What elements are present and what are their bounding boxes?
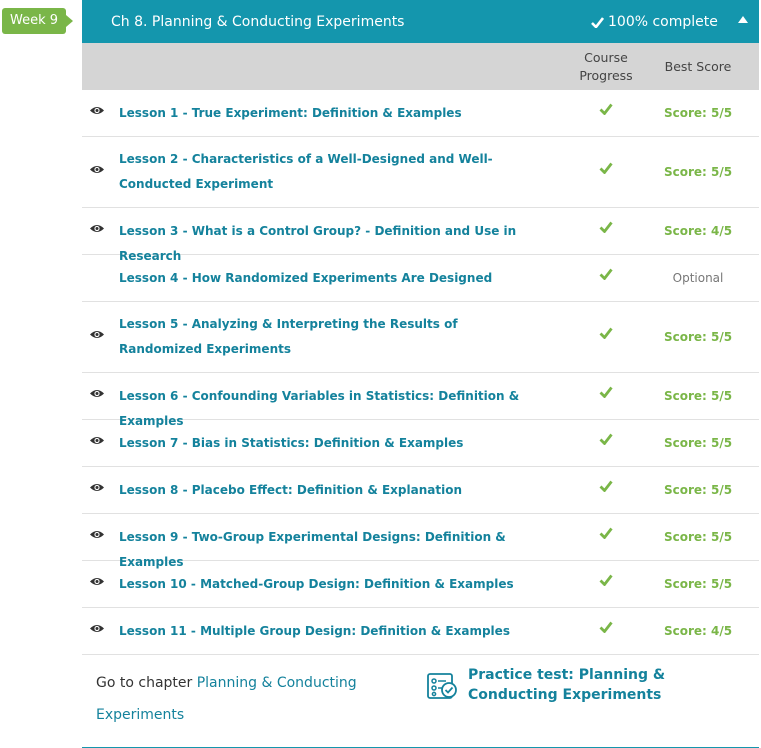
check-icon bbox=[599, 221, 613, 233]
eye-icon bbox=[90, 437, 104, 444]
check-icon bbox=[599, 527, 613, 539]
lesson-score: Score: 5/5 bbox=[663, 577, 733, 591]
check-icon bbox=[599, 327, 613, 339]
check-icon bbox=[599, 103, 613, 115]
column-best-score: Best Score bbox=[664, 59, 732, 74]
lesson-score: Score: 5/5 bbox=[663, 106, 733, 120]
lesson-row: Lesson 7 - Bias in Statistics: Definitio… bbox=[82, 420, 759, 467]
lesson-link[interactable]: Lesson 7 - Bias in Statistics: Definitio… bbox=[119, 431, 524, 456]
completion-status: 100% complete bbox=[591, 0, 718, 45]
eye-icon bbox=[90, 578, 104, 585]
eye-icon bbox=[90, 390, 104, 397]
lesson-link[interactable]: Lesson 8 - Placebo Effect: Definition & … bbox=[119, 478, 524, 503]
lesson-score: Score: 5/5 bbox=[663, 330, 733, 344]
goto-chapter: Go to chapter Planning & Conducting Expe… bbox=[96, 667, 376, 731]
lesson-link[interactable]: Lesson 11 - Multiple Group Design: Defin… bbox=[119, 619, 524, 644]
lesson-score: Score: 4/5 bbox=[663, 624, 733, 638]
chapter-title[interactable]: Ch 8. Planning & Conducting Experiments bbox=[111, 0, 404, 45]
lesson-link[interactable]: Lesson 1 - True Experiment: Definition &… bbox=[119, 101, 524, 126]
check-icon bbox=[599, 268, 613, 280]
check-icon bbox=[599, 480, 613, 492]
lesson-row: Lesson 3 - What is a Control Group? - De… bbox=[82, 208, 759, 263]
week-badge: Week 9 bbox=[2, 8, 73, 34]
lesson-score: Optional bbox=[672, 271, 724, 285]
check-icon bbox=[599, 574, 613, 586]
lesson-score: Score: 5/5 bbox=[663, 483, 733, 497]
check-icon bbox=[599, 621, 613, 633]
lesson-link[interactable]: Lesson 5 - Analyzing & Interpreting the … bbox=[119, 312, 524, 362]
lesson-row: Lesson 9 - Two-Group Experimental Design… bbox=[82, 514, 759, 569]
column-header: Course Progress Best Score bbox=[82, 43, 759, 90]
eye-icon bbox=[90, 331, 104, 338]
check-icon bbox=[599, 433, 613, 445]
lesson-score: Score: 5/5 bbox=[663, 530, 733, 544]
eye-icon bbox=[90, 531, 104, 538]
check-icon bbox=[599, 162, 613, 174]
check-icon bbox=[591, 17, 604, 28]
lesson-score: Score: 5/5 bbox=[663, 436, 733, 450]
eye-icon bbox=[90, 484, 104, 491]
eye-icon bbox=[90, 225, 104, 232]
eye-icon bbox=[90, 625, 104, 632]
lesson-link[interactable]: Lesson 4 - How Randomized Experiments Ar… bbox=[119, 266, 524, 291]
chapter-panel: Ch 8. Planning & Conducting Experiments … bbox=[82, 0, 759, 748]
lesson-row: Lesson 6 - Confounding Variables in Stat… bbox=[82, 373, 759, 428]
lesson-list: Lesson 1 - True Experiment: Definition &… bbox=[82, 90, 759, 655]
lesson-score: Score: 5/5 bbox=[663, 389, 733, 403]
chapter-header[interactable]: Ch 8. Planning & Conducting Experiments … bbox=[82, 0, 759, 43]
eye-icon bbox=[90, 166, 104, 173]
caret-up-icon[interactable] bbox=[738, 16, 748, 23]
lesson-link[interactable]: Lesson 10 - Matched-Group Design: Defini… bbox=[119, 572, 524, 597]
lesson-row: Lesson 10 - Matched-Group Design: Defini… bbox=[82, 561, 759, 608]
chapter-footer: Go to chapter Planning & Conducting Expe… bbox=[82, 655, 759, 748]
lesson-row: Lesson 11 - Multiple Group Design: Defin… bbox=[82, 608, 759, 655]
lesson-row: Lesson 5 - Analyzing & Interpreting the … bbox=[82, 302, 759, 373]
eye-icon bbox=[90, 107, 104, 114]
check-icon bbox=[599, 386, 613, 398]
practice-test-icon[interactable] bbox=[426, 670, 458, 702]
lesson-score: Score: 4/5 bbox=[663, 224, 733, 238]
lesson-link[interactable]: Lesson 2 - Characteristics of a Well-Des… bbox=[119, 147, 524, 197]
lesson-row: Lesson 2 - Characteristics of a Well-Des… bbox=[82, 137, 759, 208]
lesson-score: Score: 5/5 bbox=[663, 165, 733, 179]
completion-text: 100% complete bbox=[608, 14, 718, 30]
goto-prefix: Go to chapter bbox=[96, 675, 193, 691]
practice-test-link[interactable]: Practice test: Planning & Conducting Exp… bbox=[468, 665, 738, 705]
lesson-row: Lesson 4 - How Randomized Experiments Ar… bbox=[82, 255, 759, 302]
lesson-row: Lesson 1 - True Experiment: Definition &… bbox=[82, 90, 759, 137]
lesson-row: Lesson 8 - Placebo Effect: Definition & … bbox=[82, 467, 759, 514]
column-course-progress: Course Progress bbox=[579, 50, 633, 83]
